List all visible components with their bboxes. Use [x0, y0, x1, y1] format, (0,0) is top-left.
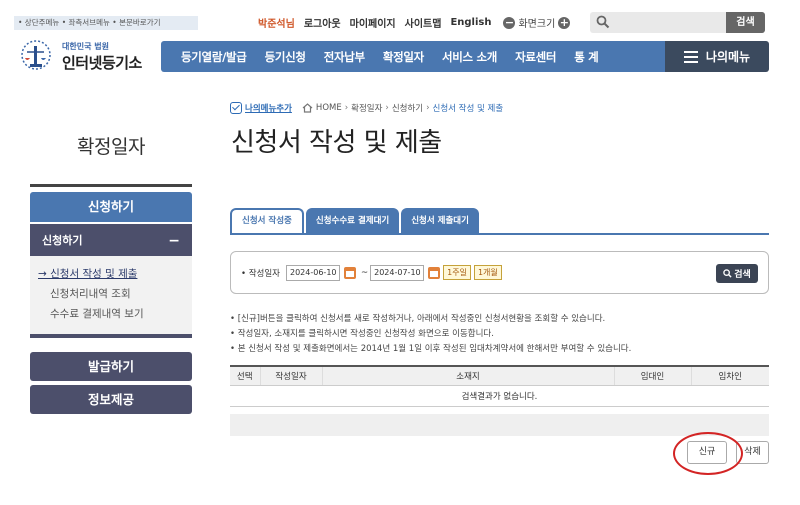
date-range-separator: ~ — [361, 267, 369, 278]
filter-search-button[interactable]: 검색 — [716, 264, 758, 283]
date-filter-label: • 작성일자 — [241, 268, 280, 279]
calendar-icon[interactable] — [344, 266, 356, 279]
user-name: 박준석님 — [258, 19, 295, 30]
col-header-address: 소재지 — [321, 365, 614, 386]
collapse-icon[interactable]: − — [168, 224, 180, 258]
sidebar-item-processing-status[interactable]: 신청처리내역 조회 — [38, 284, 192, 304]
table-header-row: 선택 작성일자 소재지 임대인 임차인 — [230, 365, 769, 386]
col-header-lessor: 임대인 — [613, 365, 691, 386]
sidebar-item-fee-history[interactable]: 수수료 결제내역 보기 — [38, 304, 192, 324]
sidebar-item-write-submit[interactable]: → 신청서 작성 및 제출 — [38, 264, 192, 284]
skip-links[interactable]: • 상단주메뉴 • 좌측서브메뉴 • 본문바로가기 — [14, 16, 198, 30]
zoom-control: − 화면크기 + — [500, 15, 573, 30]
sitemap-link[interactable]: 사이트맵 — [405, 15, 442, 30]
my-menu-label: 나의메뉴 — [705, 50, 751, 64]
court-emblem-icon — [21, 40, 51, 70]
breadcrumb-separator: › — [426, 103, 430, 113]
utility-menu: 박준석님 로그아웃 마이페이지 사이트맵 English − 화면크기 + — [258, 15, 573, 30]
breadcrumb-separator: › — [385, 103, 389, 113]
search-icon — [596, 15, 610, 29]
breadcrumb-current: 신청서 작성 및 제출 — [432, 104, 504, 114]
nav-confirmed-date[interactable]: 확정일자 — [374, 49, 433, 65]
mypage-link[interactable]: 마이페이지 — [350, 15, 396, 30]
sidebar-divider — [30, 184, 192, 187]
sidebar-sub-label: 신청하기 — [42, 234, 83, 247]
col-header-select: 선택 — [230, 365, 260, 386]
breadcrumb: 나의메뉴추가 HOME › 확정일자 › 신청하기 › 신청서 작성 및 제출 — [230, 102, 503, 114]
english-link[interactable]: English — [450, 17, 491, 28]
tab-writing[interactable]: 신청서 작성중 — [230, 208, 304, 234]
sidebar-sub-list: → 신청서 작성 및 제출 신청처리내역 조회 수수료 결제내역 보기 — [30, 256, 192, 338]
hamburger-icon — [683, 48, 698, 66]
nav-registry-view[interactable]: 등기열람/발급 — [161, 49, 256, 65]
sidebar-menu: 신청하기 신청하기 − → 신청서 작성 및 제출 신청처리내역 조회 수수료 … — [30, 192, 192, 338]
nav-statistics[interactable]: 통 계 — [565, 49, 607, 65]
nav-e-payment[interactable]: 전자납부 — [315, 49, 374, 65]
zoom-in-icon[interactable]: + — [558, 16, 571, 29]
sidebar-section-apply[interactable]: 신청하기 — [30, 192, 192, 222]
tab-awaiting-payment[interactable]: 신청수수료 결제대기 — [305, 208, 400, 234]
breadcrumb-confirmed-date[interactable]: 확정일자 — [351, 102, 382, 114]
col-header-lessee: 임차인 — [690, 365, 769, 386]
zoom-label: 화면크기 — [518, 19, 556, 30]
tab-underline — [230, 233, 769, 235]
calendar-icon[interactable] — [428, 266, 441, 279]
site-search-input[interactable]: 검색 — [590, 12, 765, 33]
site-logo[interactable]: 대한민국 법원 인터넷등기소 — [18, 38, 148, 76]
note-item: • [신규]버튼을 클릭하여 신청서를 새로 작성하거나, 아래에서 작성중인 … — [230, 314, 606, 324]
one-week-button[interactable]: 1주일 — [443, 265, 471, 280]
tab-awaiting-submission[interactable]: 신청서 제출대기 — [401, 208, 479, 234]
note-item: • 본 신청서 작성 및 제출화면에서는 2014년 1월 1일 이후 작성된 … — [230, 344, 632, 354]
table-row: 검색결과가 없습니다. — [230, 385, 769, 407]
filter-search-label: 검색 — [734, 270, 751, 280]
logo-title: 인터넷등기소 — [62, 54, 142, 72]
date-from-input[interactable]: 2024-06-10 — [286, 264, 340, 281]
checkbox-icon — [230, 102, 242, 114]
breadcrumb-separator: › — [344, 103, 349, 113]
sidebar-info-button[interactable]: 정보제공 — [30, 385, 192, 414]
nav-resources[interactable]: 자료센터 — [506, 49, 565, 65]
add-favorite-label: 나의메뉴추가 — [245, 104, 292, 114]
highlight-circle — [673, 432, 743, 475]
page-title: 신청서 작성 및 제출 — [231, 128, 442, 158]
note-item: • 작성일자, 소재지를 클릭하시면 작성중인 신청작성 화면으로 이동합니다. — [230, 329, 494, 339]
date-filter-panel: • 작성일자 2024-06-10 ~ 2024-07-10 1주일 1개월 검… — [230, 251, 769, 294]
results-table: 선택 작성일자 소재지 임대인 임차인 검색결과가 없습니다. — [230, 365, 769, 407]
sidebar-sub-apply[interactable]: 신청하기 − — [30, 222, 192, 256]
site-search-button[interactable]: 검색 — [726, 12, 765, 33]
breadcrumb-apply[interactable]: 신청하기 — [392, 102, 423, 114]
date-to-input[interactable]: 2024-07-10 — [370, 264, 425, 281]
empty-result-message: 검색결과가 없습니다. — [230, 385, 769, 407]
search-icon — [723, 269, 732, 278]
logo-subtitle: 대한민국 법원 — [62, 42, 109, 51]
sidebar-issue-button[interactable]: 발급하기 — [30, 352, 192, 381]
pagination-area — [230, 414, 769, 436]
breadcrumb-home[interactable]: HOME — [316, 103, 342, 113]
nav-service-intro[interactable]: 서비스 소개 — [433, 49, 506, 65]
col-header-date: 작성일자 — [259, 365, 322, 386]
status-tabs: 신청서 작성중 신청수수료 결제대기 신청서 제출대기 — [230, 208, 481, 234]
logout-link[interactable]: 로그아웃 — [304, 15, 341, 30]
guidance-notes: • [신규]버튼을 클릭하여 신청서를 새로 작성하거나, 아래에서 작성중인 … — [230, 312, 631, 357]
my-menu-button[interactable]: 나의메뉴 — [665, 41, 769, 72]
add-favorite-link[interactable]: 나의메뉴추가 — [230, 102, 292, 114]
zoom-out-icon[interactable]: − — [503, 16, 516, 29]
main-nav: 등기열람/발급 등기신청 전자납부 확정일자 서비스 소개 자료센터 통 계 — [161, 41, 665, 72]
home-icon — [302, 103, 313, 113]
one-month-button[interactable]: 1개월 — [473, 265, 502, 280]
nav-registry-apply[interactable]: 등기신청 — [256, 49, 315, 65]
sidebar-title: 확정일자 — [77, 136, 145, 158]
